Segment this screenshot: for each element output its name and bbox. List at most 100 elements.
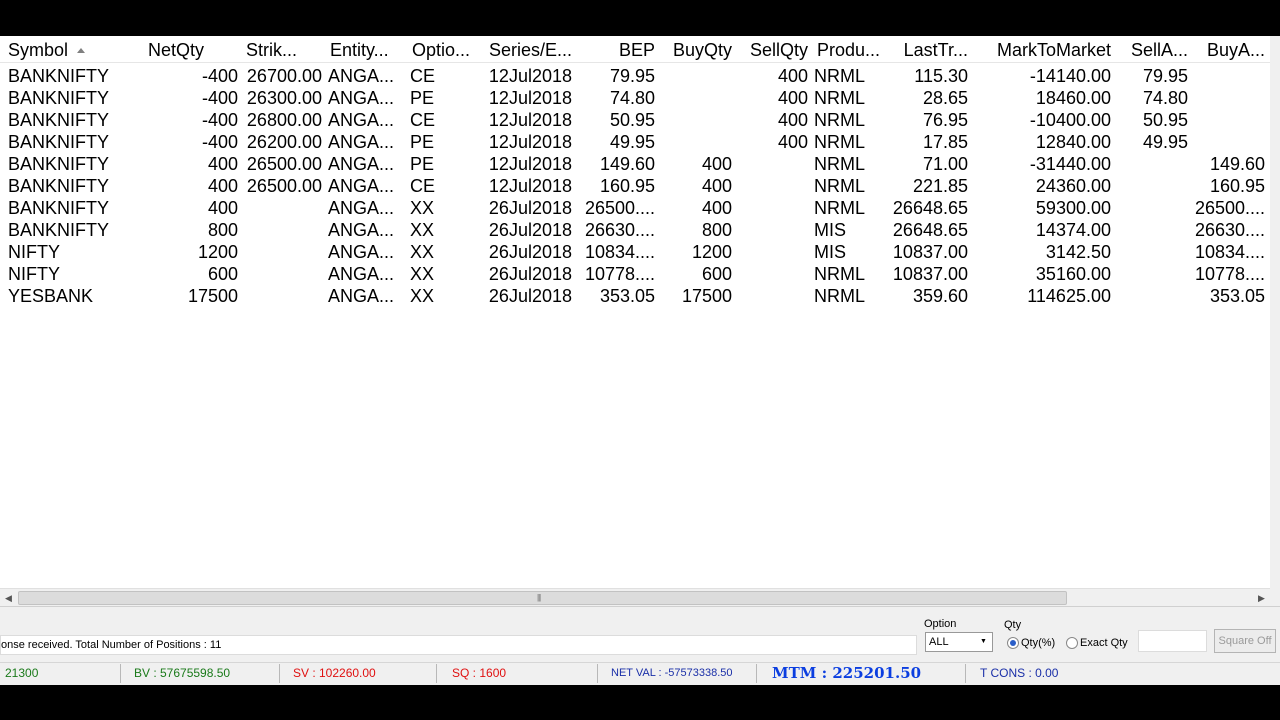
cell-netqty: 800 bbox=[207, 220, 238, 240]
cell-symbol: NIFTY bbox=[8, 242, 60, 262]
table-row[interactable]: NIFTY 1200 ANGA... XX 26Jul2018 10834.... 1200… bbox=[0, 241, 1270, 263]
square-off-button[interactable]: Square Off bbox=[1214, 629, 1276, 653]
positions-grid: Symbol NetQty Strik... Entity... Optio... Ser… bbox=[0, 36, 1271, 588]
exact-qty-radio[interactable] bbox=[1066, 637, 1078, 649]
table-row[interactable]: BANKNIFTY 400 ANGA... XX 26Jul2018 26500.... 4… bbox=[0, 197, 1270, 219]
column-header-sellqty[interactable]: SellQty bbox=[732, 36, 808, 62]
column-header-product[interactable]: Produ... bbox=[817, 36, 882, 62]
column-header-label: MarkToMarket bbox=[996, 40, 1111, 60]
cell-sellqty bbox=[732, 285, 808, 307]
scroll-right-arrow-icon[interactable]: ▶ bbox=[1258, 593, 1265, 604]
cell-mtm: 3142.50 bbox=[1045, 242, 1111, 262]
cell-series: 12Jul2018 bbox=[488, 132, 572, 152]
cell-sellqty: 400 bbox=[777, 110, 808, 130]
cell-sellavg bbox=[1111, 241, 1188, 263]
option-label: Option bbox=[924, 618, 957, 630]
option-select-value: ALL bbox=[929, 636, 949, 648]
cell-bep: 353.05 bbox=[599, 286, 655, 306]
table-row[interactable]: BANKNIFTY 400 26500.00 ANGA... CE 12Jul2018 16… bbox=[0, 175, 1270, 197]
controls-panel: onse received. Total Number of Positions… bbox=[0, 606, 1280, 661]
column-header-sellavg[interactable]: SellA... bbox=[1111, 36, 1188, 62]
cell-mtm: -14140.00 bbox=[1029, 66, 1111, 86]
cell-option: PE bbox=[410, 88, 435, 108]
cell-series: 26Jul2018 bbox=[488, 242, 572, 262]
cell-series: 26Jul2018 bbox=[488, 198, 572, 218]
cell-series: 26Jul2018 bbox=[488, 220, 572, 240]
column-header-label: Symbol bbox=[8, 40, 69, 60]
cell-mtm: 24360.00 bbox=[1035, 176, 1111, 196]
table-row[interactable]: BANKNIFTY -400 26200.00 ANGA... PE 12Jul2018 4… bbox=[0, 131, 1270, 153]
cell-strike: 26500.00 bbox=[246, 154, 322, 174]
table-row[interactable]: BANKNIFTY -400 26300.00 ANGA... PE 12Jul2018 7… bbox=[0, 87, 1270, 109]
cell-buyqty bbox=[655, 87, 732, 109]
cell-lasttraded: 10837.00 bbox=[892, 242, 968, 262]
column-header-series[interactable]: Series/E... bbox=[489, 36, 572, 62]
sort-ascending-icon[interactable] bbox=[77, 48, 86, 53]
cell-buyqty: 600 bbox=[701, 264, 732, 284]
cell-netqty: 17500 bbox=[187, 286, 238, 306]
status-first: 21300 bbox=[0, 664, 121, 683]
cell-entity: ANGA... bbox=[328, 66, 395, 86]
cell-sellqty bbox=[732, 175, 808, 197]
status-net-val: NET VAL : -57573338.50 bbox=[601, 664, 757, 683]
scrollbar-thumb[interactable]: ||| bbox=[18, 591, 1067, 605]
qty-percent-radio[interactable] bbox=[1007, 637, 1019, 649]
column-header-label: Produ... bbox=[817, 40, 881, 60]
cell-buyavg bbox=[1188, 87, 1265, 109]
table-row[interactable]: BANKNIFTY -400 26700.00 ANGA... CE 12Jul2018 7… bbox=[0, 65, 1270, 87]
cell-product: NRML bbox=[814, 110, 866, 130]
cell-buyqty: 400 bbox=[701, 198, 732, 218]
status-net-val-value: NET VAL : -57573338.50 bbox=[611, 667, 733, 679]
column-header-netqty[interactable]: NetQty bbox=[148, 36, 238, 62]
cell-netqty: -400 bbox=[201, 110, 238, 130]
column-header-mtm[interactable]: MarkToMarket bbox=[968, 36, 1111, 62]
column-header-symbol[interactable]: Symbol bbox=[8, 36, 138, 62]
scroll-left-arrow-icon[interactable]: ◀ bbox=[5, 593, 12, 604]
vertical-scrollbar[interactable] bbox=[1270, 36, 1280, 606]
cell-sellqty bbox=[732, 241, 808, 263]
cell-sellavg bbox=[1111, 197, 1188, 219]
column-header-buyqty[interactable]: BuyQty bbox=[655, 36, 732, 62]
column-header-entity[interactable]: Entity... bbox=[330, 36, 400, 62]
qty-input[interactable] bbox=[1138, 630, 1207, 652]
cell-product: NRML bbox=[814, 198, 866, 218]
cell-buyavg bbox=[1188, 109, 1265, 131]
status-tcons: T CONS : 0.00 bbox=[969, 664, 1280, 683]
cell-series: 26Jul2018 bbox=[488, 264, 572, 284]
cell-lasttraded: 10837.00 bbox=[892, 264, 968, 284]
cell-buyavg bbox=[1188, 131, 1265, 153]
cell-sellqty: 400 bbox=[777, 132, 808, 152]
horizontal-scrollbar[interactable]: ◀ ||| ▶ bbox=[0, 588, 1270, 606]
cell-strike bbox=[238, 285, 322, 307]
column-header-bep[interactable]: BEP bbox=[576, 36, 655, 62]
cell-product: NRML bbox=[814, 154, 866, 174]
cell-strike bbox=[238, 219, 322, 241]
cell-option: PE bbox=[410, 132, 435, 152]
cell-mtm: -10400.00 bbox=[1029, 110, 1111, 130]
cell-lasttraded: 76.95 bbox=[922, 110, 968, 130]
cell-bep: 49.95 bbox=[609, 132, 655, 152]
cell-sellavg bbox=[1111, 153, 1188, 175]
cell-sellqty bbox=[732, 263, 808, 285]
column-header-lasttraded[interactable]: LastTr... bbox=[882, 36, 968, 62]
table-row[interactable]: BANKNIFTY 400 26500.00 ANGA... PE 12Jul2018 14… bbox=[0, 153, 1270, 175]
column-header-option[interactable]: Optio... bbox=[412, 36, 480, 62]
cell-symbol: BANKNIFTY bbox=[8, 110, 110, 130]
cell-series: 12Jul2018 bbox=[488, 66, 572, 86]
column-header-strike[interactable]: Strik... bbox=[246, 36, 322, 62]
cell-symbol: NIFTY bbox=[8, 264, 60, 284]
dropdown-caret-icon[interactable]: ▼ bbox=[977, 633, 990, 651]
cell-bep: 26500.... bbox=[584, 198, 655, 218]
qty-label: Qty bbox=[1004, 619, 1022, 631]
column-header-buyavg[interactable]: BuyA... bbox=[1188, 36, 1265, 62]
table-row[interactable]: BANKNIFTY -400 26800.00 ANGA... CE 12Jul2018 5… bbox=[0, 109, 1270, 131]
cell-buyqty: 1200 bbox=[691, 242, 732, 262]
status-sv: SV : 102260.00 bbox=[283, 664, 437, 683]
table-row[interactable]: NIFTY 600 ANGA... XX 26Jul2018 10778.... 600 NR… bbox=[0, 263, 1270, 285]
exact-qty-label: Exact Qty bbox=[1080, 637, 1128, 649]
option-select[interactable]: ALL ▼ bbox=[925, 632, 993, 652]
cell-bep: 74.80 bbox=[609, 88, 655, 108]
table-row[interactable]: BANKNIFTY 800 ANGA... XX 26Jul2018 26630.... 8… bbox=[0, 219, 1270, 241]
cell-option: PE bbox=[410, 154, 435, 174]
table-row[interactable]: YESBANK 17500 ANGA... XX 26Jul2018 353.05 1750… bbox=[0, 285, 1270, 307]
